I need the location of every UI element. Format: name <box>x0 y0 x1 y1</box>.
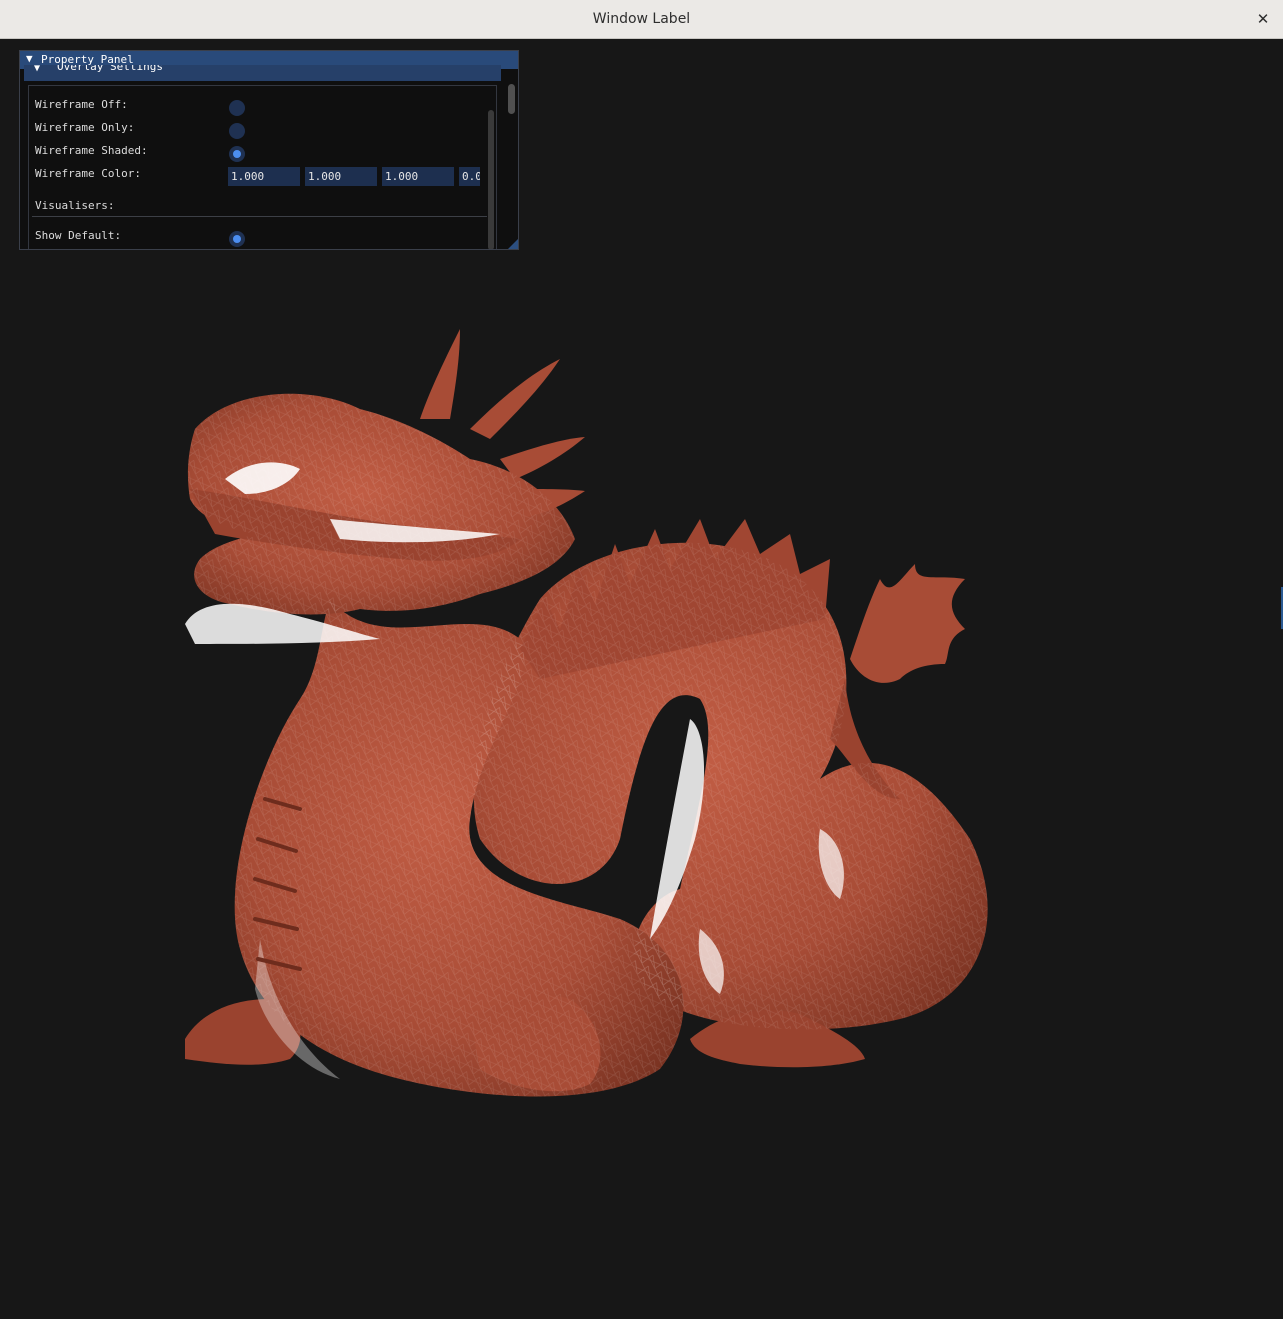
close-icon[interactable]: ✕ <box>1253 9 1273 29</box>
show-default-radio[interactable] <box>229 231 245 247</box>
chevron-down-icon[interactable]: ▼ <box>34 65 40 74</box>
wireframe-color-a-field[interactable]: 0.0 <box>459 167 480 186</box>
overlay-settings-title: Overlay Settings <box>57 65 163 73</box>
wireframe-off-radio[interactable] <box>229 100 245 116</box>
content-scrollbar[interactable] <box>488 110 494 249</box>
wireframe-color-b-field[interactable]: 1.000 <box>382 167 454 186</box>
visualisers-separator <box>32 216 487 217</box>
visualisers-heading: Visualisers: <box>35 199 115 212</box>
dragon-body <box>185 329 988 1097</box>
wireframe-shaded-radio[interactable] <box>229 146 245 162</box>
window-titlebar: Window Label ✕ <box>0 0 1283 39</box>
wireframe-shaded-label: Wireframe Shaded: <box>35 144 148 157</box>
property-panel[interactable]: ▼ Property Panel ▼ Overlay Settings Wire… <box>19 50 519 250</box>
wireframe-only-radio[interactable] <box>229 123 245 139</box>
panel-resize-grip[interactable] <box>508 239 518 249</box>
wireframe-color-r-field[interactable]: 1.000 <box>228 167 300 186</box>
wireframe-off-label: Wireframe Off: <box>35 98 128 111</box>
chevron-down-icon[interactable]: ▼ <box>26 52 33 65</box>
show-default-label: Show Default: <box>35 229 122 242</box>
wireframe-color-g-field[interactable]: 1.000 <box>305 167 377 186</box>
panel-scrollbar-thumb[interactable] <box>508 84 515 114</box>
panel-scrollbar[interactable] <box>507 82 517 242</box>
wireframe-color-label: Wireframe Color: <box>35 167 141 180</box>
overlay-settings-header[interactable]: ▼ Overlay Settings <box>24 65 501 81</box>
wireframe-only-label: Wireframe Only: <box>35 121 135 134</box>
window-title: Window Label <box>592 11 691 27</box>
overlay-settings-content: Wireframe Off: Wireframe Only: Wireframe… <box>28 85 497 249</box>
